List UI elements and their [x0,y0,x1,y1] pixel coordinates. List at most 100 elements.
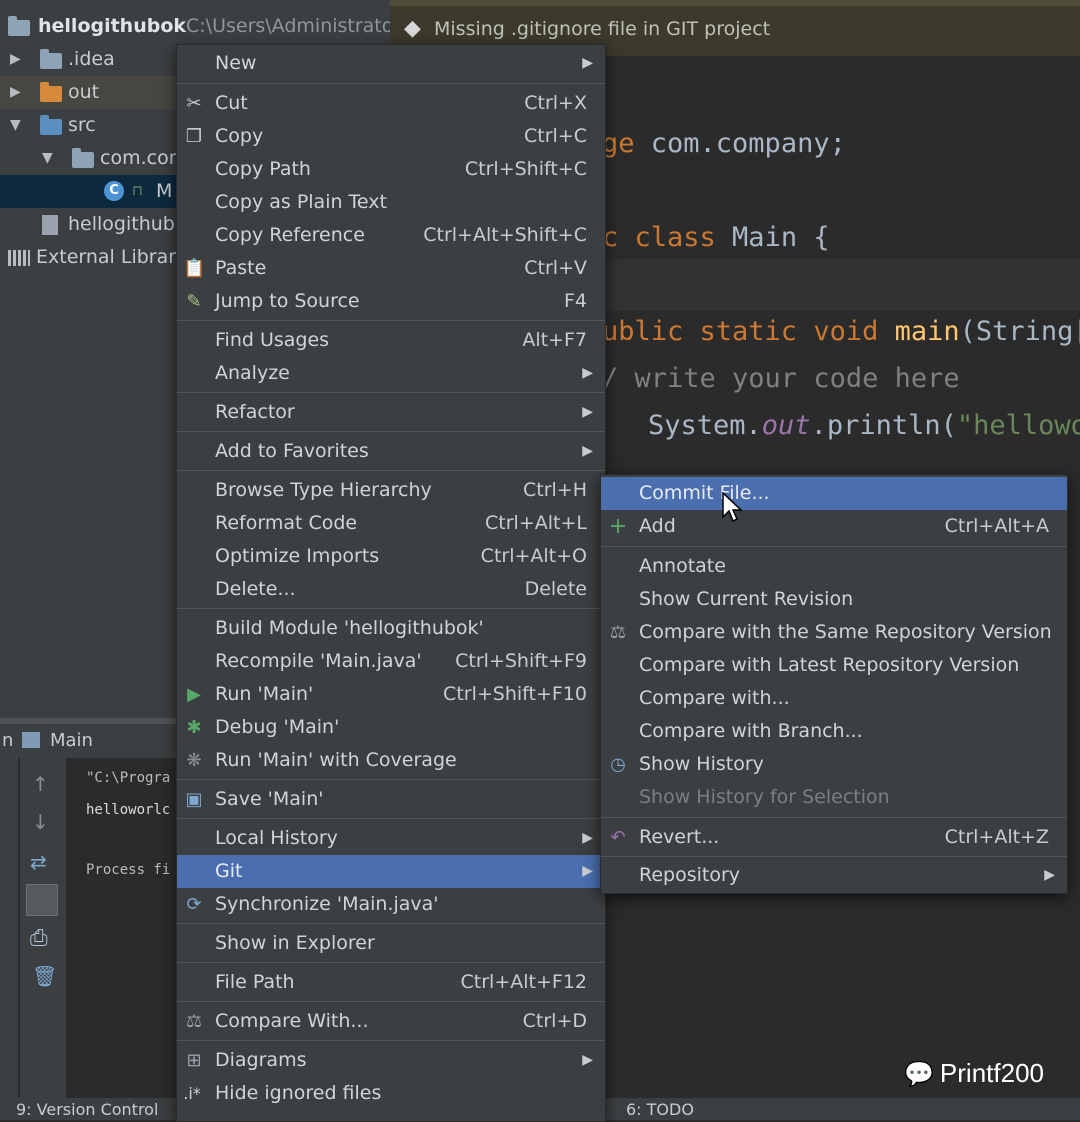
menu-shortcut: Ctrl+Alt+Shift+C [423,224,587,246]
submenu-item-show-current-revision[interactable]: Show Current Revision [601,583,1067,616]
menu-item-debug-main[interactable]: ✱ Debug 'Main' [177,711,605,744]
version-control-tab[interactable]: 9: Version Control [16,1100,158,1119]
menu-item-jump-to-source[interactable]: ✎ Jump to Source F4 [177,285,605,318]
submenu-item-add[interactable]: + Add Ctrl+Alt+A [601,510,1067,543]
menu-label: Save 'Main' [215,788,324,810]
menu-shortcut: Alt+F7 [522,329,587,351]
menu-item-browse-type-hierarchy[interactable]: Browse Type Hierarchy Ctrl+H [177,474,605,507]
menu-item-file-path[interactable]: File Path Ctrl+Alt+F12 [177,966,605,999]
folder-icon [40,49,62,69]
submenu-item-revert[interactable]: ↶ Revert... Ctrl+Alt+Z [601,821,1067,854]
menu-item-find-usages[interactable]: Find Usages Alt+F7 [177,324,605,357]
menu-item-recompile[interactable]: Recompile 'Main.java' Ctrl+Shift+F9 [177,645,605,678]
expand-right-icon[interactable]: ▶ [10,43,21,76]
todo-tab[interactable]: 6: TODO [626,1100,694,1119]
menu-item-reformat-code[interactable]: Reformat Code Ctrl+Alt+L [177,507,605,540]
compare-icon: ⚖ [185,1011,203,1032]
code-line-package: ge com.company; [602,128,846,159]
print-icon[interactable]: ⎙ [30,926,48,951]
menu-item-paste[interactable]: 📋 Paste Ctrl+V [177,252,605,285]
menu-separator [177,320,605,321]
submenu-item-show-history-selection[interactable]: Show History for Selection [601,781,1067,814]
menu-shortcut: Ctrl+Shift+F9 [455,650,587,672]
git-submenu: Commit File... + Add Ctrl+Alt+A Annotate S… [600,474,1068,894]
code-token: .println( [810,410,957,441]
submenu-item-compare-latest-version[interactable]: Compare with Latest Repository Version [601,649,1067,682]
up-arrow-icon[interactable]: ↑ [32,772,49,796]
menu-item-save-main[interactable]: ▣ Save 'Main' [177,783,605,816]
down-arrow-icon[interactable]: ↓ [32,810,49,834]
menu-item-new[interactable]: New ▶ [177,47,605,80]
expand-right-icon[interactable]: ▶ [10,76,21,109]
menu-label: Synchronize 'Main.java' [215,893,439,915]
run-left-strip [0,758,18,1098]
menu-shortcut: Ctrl+X [524,92,587,114]
submenu-item-annotate[interactable]: Annotate [601,550,1067,583]
trash-icon[interactable]: 🗑 [32,964,57,988]
scroll-to-end-icon[interactable] [26,884,58,916]
menu-item-build-module[interactable]: Build Module 'hellogithubok' [177,612,605,645]
menu-label: New [215,52,257,74]
menu-item-synchronize[interactable]: ⟳ Synchronize 'Main.java' [177,888,605,921]
menu-item-run-main[interactable]: ▶ Run 'Main' Ctrl+Shift+F10 [177,678,605,711]
tree-root[interactable]: hellogithubok C:\Users\Administrato [0,10,393,43]
folder-excluded-icon [40,82,62,102]
run-tab-label[interactable]: Main [50,730,93,751]
submenu-item-show-history[interactable]: ◷ Show History [601,748,1067,781]
submenu-item-compare-same-version[interactable]: ⚖ Compare with the Same Repository Versio… [601,616,1067,649]
submenu-item-repository[interactable]: Repository ▶ [601,859,1067,892]
menu-item-refactor[interactable]: Refactor ▶ [177,396,605,429]
menu-item-add-to-favorites[interactable]: Add to Favorites ▶ [177,435,605,468]
diagram-icon: ⊞ [186,1050,202,1071]
context-menu: New ▶ ✂ Cut Ctrl+X ❐ Copy Ctrl+C Copy Path Ctr… [176,44,606,1122]
ignore-file-icon: .i* [183,1084,201,1103]
submenu-item-commit-file[interactable]: Commit File... [601,477,1067,510]
menu-shortcut: Ctrl+Alt+F12 [460,971,587,993]
menu-item-local-history[interactable]: Local History ▶ [177,822,605,855]
menu-item-analyze[interactable]: Analyze ▶ [177,357,605,390]
code-token: ublic static void [602,316,879,347]
menu-label: Recompile 'Main.java' [215,650,422,672]
code-token: out [761,410,811,441]
submenu-item-compare-with-branch[interactable]: Compare with Branch... [601,715,1067,748]
menu-item-compare-with[interactable]: ⚖ Compare With... Ctrl+D [177,1005,605,1038]
menu-label: Build Module 'hellogithubok' [215,617,484,639]
menu-label: Hide ignored files [215,1082,382,1104]
menu-label: Revert... [639,826,720,848]
menu-shortcut: Delete [524,578,587,600]
menu-label: Run 'Main' [215,683,314,705]
module-folder-icon [8,16,30,36]
menu-shortcut: Ctrl+Alt+L [485,512,587,534]
tree-item-label: com.con [100,147,181,169]
submenu-arrow-icon: ▶ [582,830,593,846]
menu-label: Find Usages [215,329,330,351]
menu-item-cut[interactable]: ✂ Cut Ctrl+X [177,87,605,120]
watermark: 💬 Printf200 [904,1058,1044,1089]
menu-item-optimize-imports[interactable]: Optimize Imports Ctrl+Alt+O [177,540,605,573]
menu-item-copy-reference[interactable]: Copy Reference Ctrl+Alt+Shift+C [177,219,605,252]
submenu-item-compare-with[interactable]: Compare with... [601,682,1067,715]
menu-item-git[interactable]: Git ▶ [177,855,605,888]
menu-separator [177,923,605,924]
menu-separator [601,856,1067,857]
menu-label: Add [639,515,676,537]
code-line-class: c class Main { [602,222,830,253]
expand-down-icon[interactable]: ▼ [42,142,53,175]
menu-item-run-with-coverage[interactable]: ❋ Run 'Main' with Coverage [177,744,605,777]
menu-item-show-in-explorer[interactable]: Show in Explorer [177,927,605,960]
menu-item-hide-ignored-files[interactable]: .i* Hide ignored files [177,1077,605,1110]
save-icon: ▣ [185,789,203,810]
expand-down-icon[interactable]: ▼ [10,109,21,142]
menu-label: Copy as Plain Text [215,191,387,213]
menu-label: Jump to Source [215,290,360,312]
console-line: helloworlc [86,802,171,818]
menu-item-diagrams[interactable]: ⊞ Diagrams ▶ [177,1044,605,1077]
menu-item-copy[interactable]: ❐ Copy Ctrl+C [177,120,605,153]
soft-wrap-icon[interactable]: ⇄ [30,850,47,874]
code-line-main: ublic static void main(String[ [602,316,1080,347]
tree-item-label: External Librari [36,246,182,268]
libraries-icon [8,250,30,266]
menu-item-copy-path[interactable]: Copy Path Ctrl+Shift+C [177,153,605,186]
menu-item-copy-plain-text[interactable]: Copy as Plain Text [177,186,605,219]
menu-item-delete[interactable]: Delete... Delete [177,573,605,606]
